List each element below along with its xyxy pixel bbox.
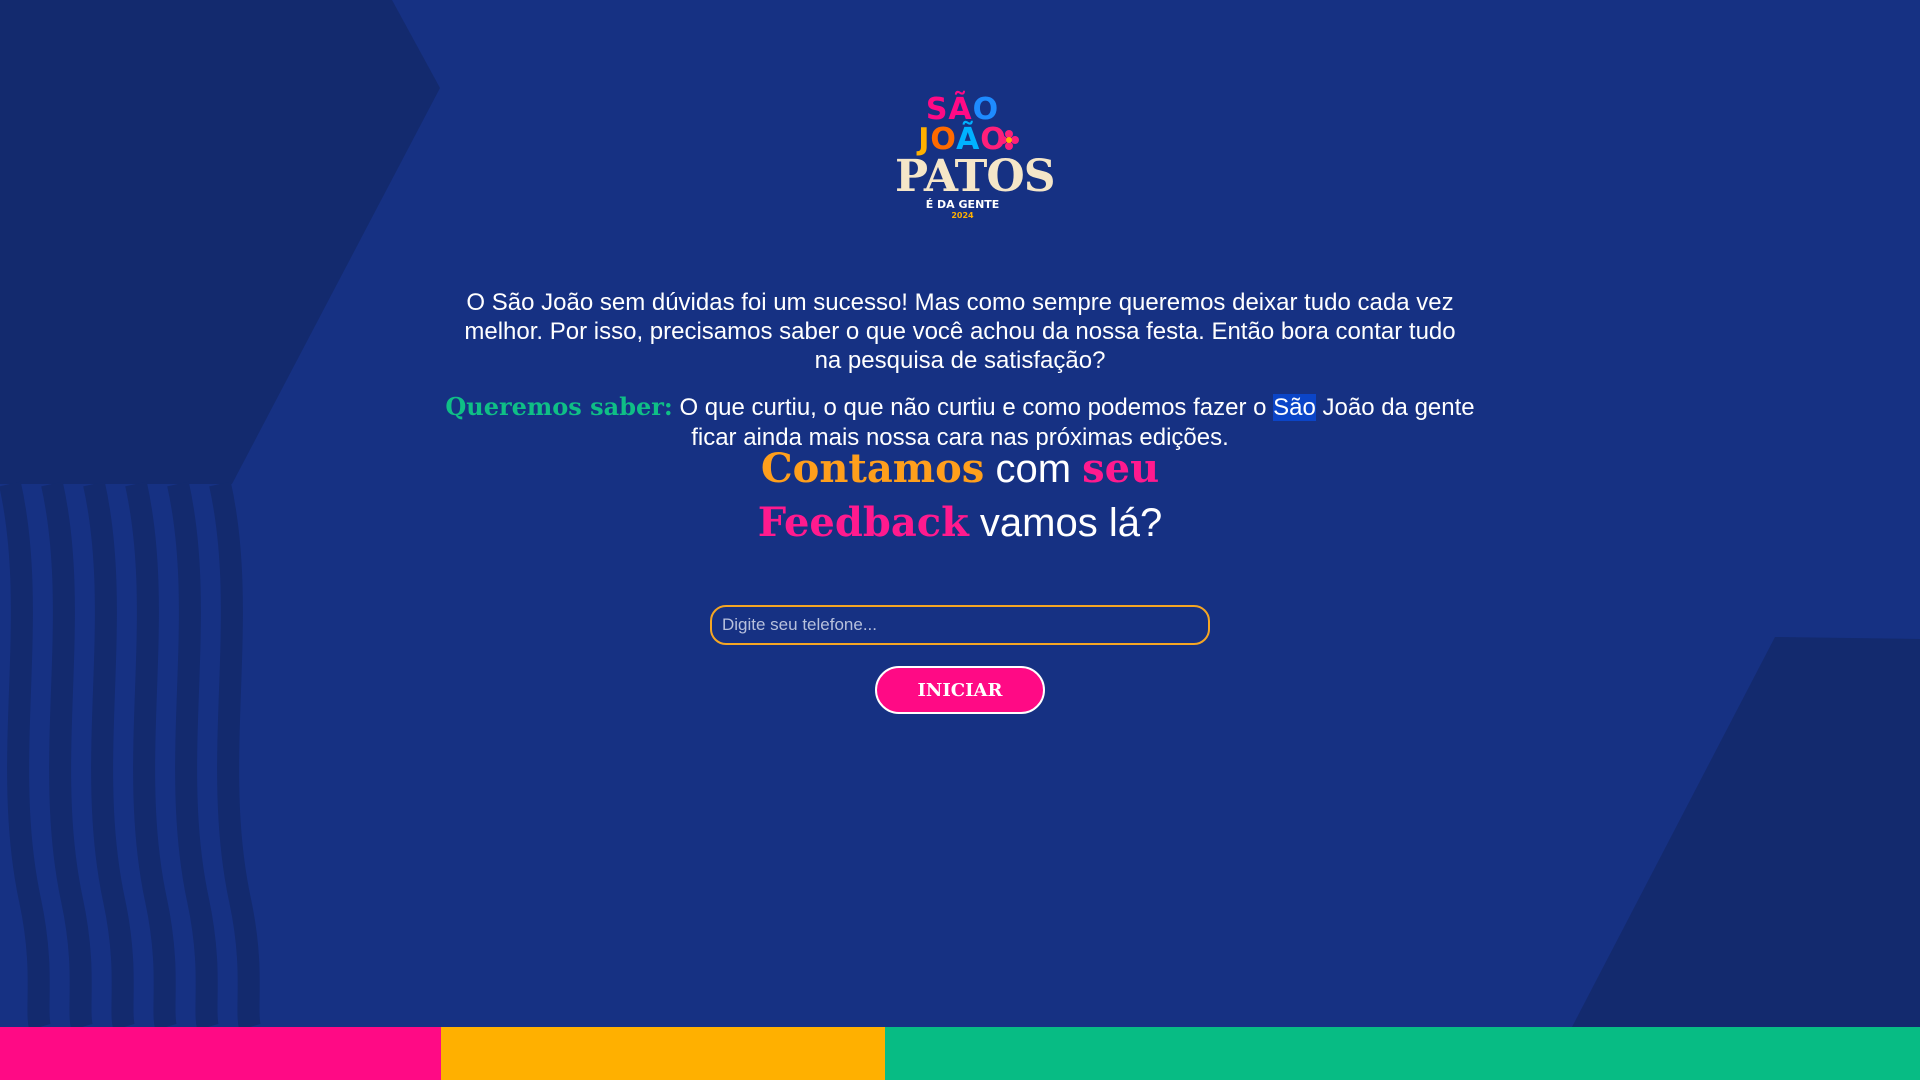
- highlighted-word: São: [1273, 394, 1316, 421]
- logo-year: 2024: [951, 211, 974, 220]
- headline-feedback: Feedback: [757, 499, 969, 546]
- logo-line-sao: SÃO: [895, 95, 1030, 125]
- start-button[interactable]: INICIAR: [875, 666, 1045, 714]
- headline-vamos-la: vamos lá?: [968, 501, 1163, 545]
- sao-joao-patos-logo: SÃO JOÃO PATOS É DA GENTE 2024: [895, 95, 1055, 235]
- logo-line-patos: PATOS: [895, 151, 1055, 202]
- footer-segment-pink: [0, 1027, 441, 1080]
- phone-input[interactable]: [710, 605, 1210, 645]
- headline-seu: seu: [1082, 445, 1160, 492]
- survey-landing: SÃO JOÃO PATOS É DA GENTE 2024 O São Joã…: [0, 0, 1920, 1027]
- flower-icon: [999, 130, 1019, 150]
- headline-contamos: Contamos: [760, 445, 985, 492]
- footer-color-strip: [0, 1027, 1920, 1080]
- footer-segment-yellow: [441, 1027, 885, 1080]
- headline-com: com: [984, 447, 1083, 491]
- want-to-know-text-1: O que curtiu, o que não curtiu e como po…: [672, 394, 1274, 421]
- feedback-headline: Contamos com seu Feedback vamos lá?: [560, 442, 1360, 550]
- footer-segment-green: [885, 1027, 1920, 1080]
- intro-paragraph: O São João sem dúvidas foi um sucesso! M…: [464, 289, 1456, 374]
- want-to-know-lead: Queremos saber:: [445, 392, 673, 421]
